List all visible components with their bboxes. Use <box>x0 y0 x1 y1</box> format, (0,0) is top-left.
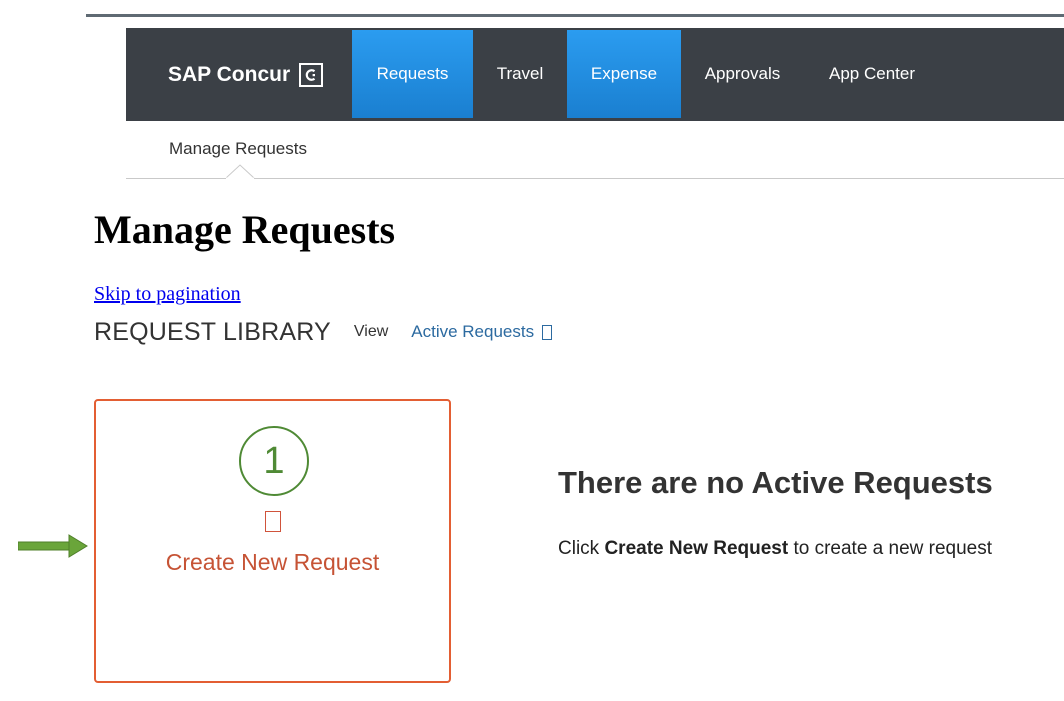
brand-name: SAP Concur <box>168 62 291 86</box>
request-library-title: REQUEST LIBRARY <box>94 317 331 346</box>
create-new-request-label: Create New Request <box>165 549 380 575</box>
empty-state-text-after: to create a new request <box>788 538 993 559</box>
skip-to-pagination-link[interactable]: Skip to pagination <box>94 283 241 306</box>
nav-tab-label: Approvals <box>704 64 781 83</box>
nav-tab-label: App Center <box>829 64 915 83</box>
sub-navigation: Manage Requests <box>126 120 1064 179</box>
add-icon <box>265 511 281 532</box>
nav-tab-approvals[interactable]: Approvals <box>681 30 804 118</box>
subnav-item-manage-requests[interactable]: Manage Requests <box>169 139 307 159</box>
view-filter-value: Active Requests <box>411 322 535 341</box>
chevron-down-icon <box>542 324 553 340</box>
nav-tab-label: Expense <box>590 64 658 83</box>
create-new-request-card[interactable]: 1 Create New Request <box>94 399 451 683</box>
arrow-right-icon <box>17 534 88 563</box>
nav-tab-requests[interactable]: Requests <box>352 30 473 118</box>
nav-tab-travel[interactable]: Travel <box>473 30 567 118</box>
step-number-badge: 1 <box>239 426 309 496</box>
empty-state-message: Click Create New Request to create a new… <box>558 538 992 560</box>
empty-state-text-bold: Create New Request <box>604 538 789 559</box>
nav-tab-label: Travel <box>496 64 544 83</box>
nav-tab-label: Requests <box>376 64 449 83</box>
nav-tab-expense[interactable]: Expense <box>567 30 681 118</box>
top-navigation-bar: SAP Concur Requests Travel Expense Appro… <box>126 28 1064 121</box>
view-label: View <box>353 323 389 340</box>
empty-state-text-before: Click <box>558 538 605 559</box>
brand-logo[interactable]: SAP Concur <box>168 28 324 121</box>
concur-logo-icon <box>299 62 324 87</box>
empty-state-title: There are no Active Requests <box>558 465 993 500</box>
view-filter-dropdown[interactable]: Active Requests <box>411 322 553 342</box>
nav-tab-app-center[interactable]: App Center <box>804 30 940 118</box>
page-title: Manage Requests <box>94 207 396 252</box>
request-library-header: REQUEST LIBRARY View Active Requests <box>94 316 553 348</box>
top-divider <box>86 14 1064 17</box>
